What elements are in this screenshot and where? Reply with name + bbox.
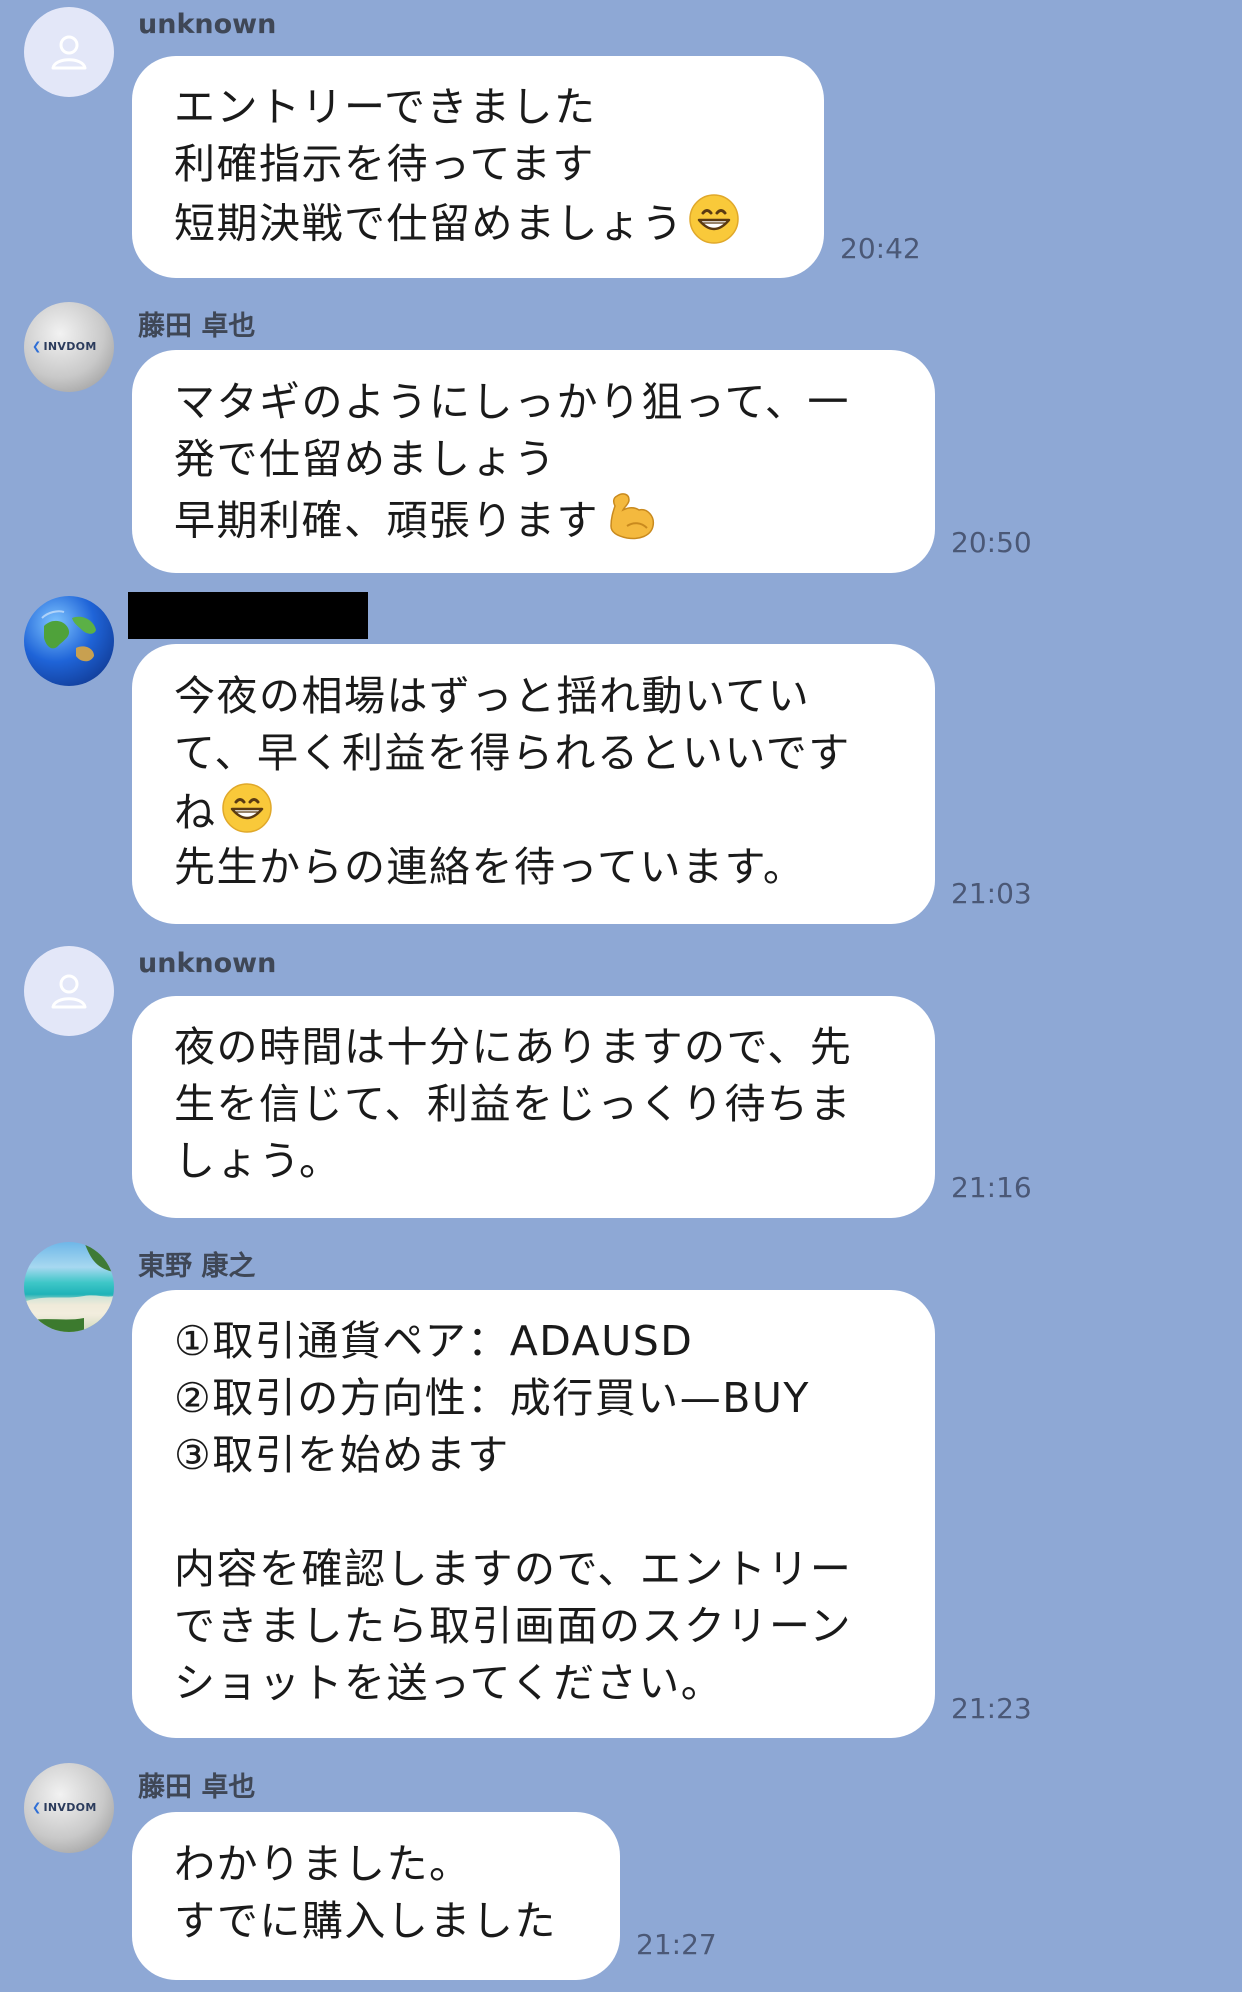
message-line: ね (174, 782, 935, 839)
globe-icon (41, 610, 96, 662)
invdom-logo: ❮ INVDOM (32, 1801, 97, 1814)
message-text: 短期決戦で仕留めましょう (174, 199, 684, 248)
logo-mark-icon: ❮ (32, 1801, 42, 1814)
message-bubble[interactable]: 夜の時間は十分にありますので、先 生を信じて、利益をじっくり待ちま しょう。 (132, 996, 935, 1218)
sender-name: unknown (138, 948, 277, 979)
avatar[interactable]: ❮ INVDOM (24, 302, 114, 392)
message-line: 利確指示を待ってます (174, 140, 595, 188)
message-line: ①取引通貨ペア：ADAUSD (174, 1317, 694, 1365)
logo-mark-icon: ❮ (32, 340, 42, 353)
sender-name: unknown (138, 9, 277, 40)
person-icon (51, 974, 87, 1009)
message-line: エントリーできました (174, 83, 597, 131)
message-line: 夜の時間は十分にありますので、先 (174, 1023, 853, 1071)
message-bubble[interactable]: ①取引通貨ペア：ADAUSD ②取引の方向性：成行買い—BUY ③取引を始めます… (132, 1290, 935, 1738)
message-line: 短期決戦で仕留めましょう (174, 193, 824, 250)
message-bubble[interactable]: 今夜の相場はずっと揺れ動いてい て、早く利益を得られるといいです ね 先生からの… (132, 644, 935, 924)
invdom-logo: ❮ INVDOM (32, 340, 97, 353)
timestamp: 21:03 (951, 877, 1032, 910)
avatar[interactable] (24, 1242, 114, 1332)
message-bubble[interactable]: マタギのようにしっかり狙って、一 発で仕留めましょう 早期利確、頑張ります (132, 350, 935, 573)
grinning-face-emoji (688, 193, 740, 260)
timestamp: 21:16 (951, 1171, 1032, 1204)
message-text: ね (174, 788, 217, 837)
sender-name: 藤田 卓也 (138, 311, 256, 342)
avatar[interactable]: ❮ INVDOM (24, 1763, 114, 1853)
message-line: 内容を確認しますので、エントリー (174, 1545, 853, 1593)
avatar[interactable] (24, 7, 114, 97)
message-line: しょう。 (174, 1137, 342, 1185)
message-line: できましたら取引画面のスクリーン (174, 1602, 852, 1650)
message-line: マタギのようにしっかり狙って、一 (174, 378, 850, 426)
message-line: 今夜の相場はずっと揺れ動いてい (174, 672, 811, 720)
message-line: て、早く利益を得られるといいです (174, 729, 851, 777)
avatar[interactable] (24, 946, 114, 1036)
timestamp: 21:27 (636, 1928, 717, 1961)
beach-photo-icon (24, 1242, 114, 1332)
timestamp: 21:23 (951, 1692, 1032, 1725)
message-line: ③取引を始めます (174, 1431, 510, 1479)
message-line: 早期利確、頑張ります (174, 488, 935, 545)
flexed-biceps-emoji (603, 488, 659, 559)
message-line: ②取引の方向性：成行買い—BUY (174, 1374, 810, 1422)
redacted-name-block (128, 592, 368, 639)
message-line: 先生からの連絡を待っています。 (174, 843, 806, 891)
message-bubble[interactable]: わかりました。 すでに購入しました (132, 1812, 620, 1980)
message-bubble[interactable]: エントリーできました 利確指示を待ってます 短期決戦で仕留めましょう (132, 56, 824, 278)
timestamp: 20:42 (840, 232, 921, 265)
message-text: 早期利確、頑張ります (174, 496, 599, 545)
sender-name: 藤田 卓也 (138, 1772, 256, 1803)
message-line: 発で仕留めましょう (174, 435, 557, 483)
message-line: すでに購入しました (174, 1897, 557, 1945)
avatar[interactable] (24, 596, 114, 686)
sender-name: 東野 康之 (138, 1251, 256, 1282)
person-icon (51, 35, 87, 70)
message-line: わかりました。 (174, 1840, 472, 1888)
timestamp: 20:50 (951, 526, 1032, 559)
message-line: ショットを送ってください。 (174, 1659, 724, 1707)
message-line: 生を信じて、利益をじっくり待ちま (174, 1080, 852, 1128)
